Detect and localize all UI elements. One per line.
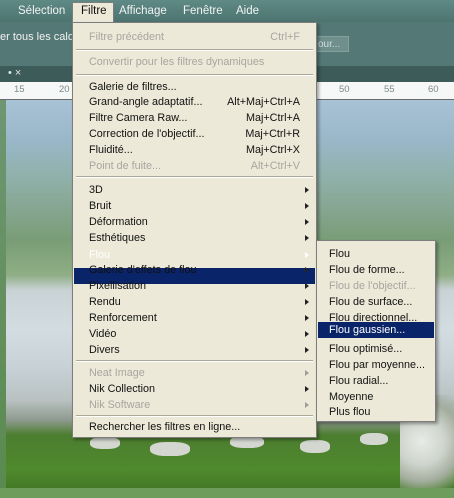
photo-rock <box>90 437 120 449</box>
flou-submenu: Flou Flou de forme... Flou de l'objectif… <box>316 240 436 422</box>
submenu-arrow-icon <box>305 267 309 273</box>
photo-rock <box>360 433 388 445</box>
menu-item-fluidite[interactable]: Fluidité... <box>89 144 133 156</box>
submenu-arrow-icon <box>305 370 309 376</box>
menu-item-nik-software: Nik Software <box>89 399 151 411</box>
menu-separator <box>76 49 313 51</box>
menu-item-rendu[interactable]: Rendu <box>89 296 121 308</box>
submenu-item-flou-par-moyenne[interactable]: Flou par moyenne... <box>329 359 425 371</box>
submenu-item-moyenne[interactable]: Moyenne <box>329 391 373 403</box>
menu-item-correction-objectif[interactable]: Correction de l'objectif... <box>89 128 204 140</box>
submenu-arrow-icon <box>305 402 309 408</box>
submenu-arrow-icon <box>305 235 309 241</box>
submenu-arrow-icon <box>305 187 309 193</box>
menu-item-esthetiques[interactable]: Esthétiques <box>89 232 145 244</box>
menu-item-divers[interactable]: Divers <box>89 344 120 356</box>
ruler-tick-label: 60 <box>428 84 439 95</box>
ruler-tick-label: 50 <box>339 84 350 95</box>
submenu-arrow-icon <box>305 347 309 353</box>
ruler-tick-label: 15 <box>14 84 25 95</box>
submenu-arrow-icon <box>305 386 309 392</box>
menu-separator <box>76 176 313 178</box>
menu-item-neat-image: Neat Image <box>89 367 145 379</box>
menu-item-flou[interactable]: Flou <box>89 249 110 261</box>
shortcut-alt-maj-ctrl-a: Alt+Maj+Ctrl+A <box>227 96 300 108</box>
submenu-item-flou-de-objectif: Flou de l'objectif... <box>329 280 416 292</box>
submenu-item-flou-radial[interactable]: Flou radial... <box>329 375 388 387</box>
options-button[interactable]: our... <box>313 36 349 52</box>
canvas-bottom-edge <box>0 488 454 498</box>
shortcut-maj-ctrl-r: Maj+Ctrl+R <box>245 128 300 140</box>
ruler-tick-label: 55 <box>384 84 395 95</box>
menu-item-filtre-camera-raw[interactable]: Filtre Camera Raw... <box>89 112 187 124</box>
menu-item-renforcement[interactable]: Renforcement <box>89 312 157 324</box>
shortcut-alt-ctrl-v: Alt+Ctrl+V <box>250 160 300 172</box>
filter-menu: Filtre précédent Ctrl+F Convertir pour l… <box>72 22 317 438</box>
submenu-item-flou-optimise[interactable]: Flou optimisé... <box>329 343 402 355</box>
menu-item-grand-angle-adaptatif[interactable]: Grand-angle adaptatif... <box>89 96 202 108</box>
submenu-arrow-icon <box>305 315 309 321</box>
menu-selection[interactable]: Sélection <box>18 5 65 17</box>
menu-item-3d[interactable]: 3D <box>89 184 103 196</box>
menu-item-galerie-de-filtres[interactable]: Galerie de filtres... <box>89 81 177 93</box>
submenu-item-flou-de-forme[interactable]: Flou de forme... <box>329 264 405 276</box>
photo-rock <box>300 440 330 453</box>
menu-separator <box>76 360 313 362</box>
submenu-item-flou-gaussien[interactable]: Flou gaussien... <box>329 324 405 336</box>
photo-rock <box>150 442 190 456</box>
submenu-item-plus-flou[interactable]: Plus flou <box>329 406 370 418</box>
menu-item-point-de-fuite: Point de fuite... <box>89 160 162 172</box>
menu-aide[interactable]: Aide <box>236 5 259 17</box>
submenu-item-flou[interactable]: Flou <box>329 248 350 260</box>
submenu-item-flou-de-surface[interactable]: Flou de surface... <box>329 296 412 308</box>
menu-item-filtre-precedent: Filtre précédent <box>89 31 165 43</box>
menu-separator <box>76 415 313 417</box>
submenu-arrow-icon <box>305 252 309 258</box>
menu-item-nik-collection[interactable]: Nik Collection <box>89 383 155 395</box>
menu-item-galerie-effets-flou[interactable]: Galerie d'effets de flou <box>89 264 197 276</box>
submenu-arrow-icon <box>305 219 309 225</box>
close-tab-icon[interactable]: • × <box>8 67 21 79</box>
submenu-arrow-icon <box>305 299 309 305</box>
shortcut-maj-ctrl-x: Maj+Ctrl+X <box>245 144 300 156</box>
ruler-tick-label: 20 <box>59 84 70 95</box>
menu-item-video[interactable]: Vidéo <box>89 328 116 340</box>
menu-item-bruit[interactable]: Bruit <box>89 200 111 212</box>
submenu-arrow-icon <box>305 203 309 209</box>
menu-item-deformation[interactable]: Déformation <box>89 216 148 228</box>
submenu-arrow-icon <box>305 283 309 289</box>
shortcut-maj-ctrl-a: Maj+Ctrl+A <box>245 112 300 124</box>
menu-filtre[interactable]: Filtre <box>81 5 107 17</box>
canvas-left-edge <box>0 100 6 498</box>
menu-fenetre[interactable]: Fenêtre <box>183 5 223 17</box>
menu-item-pixellisation[interactable]: Pixellisation <box>89 280 146 292</box>
shortcut-ctrl-f: Ctrl+F <box>270 31 300 43</box>
submenu-arrow-icon <box>305 331 309 337</box>
menu-item-convertir-filtres-dynamiques: Convertir pour les filtres dynamiques <box>89 56 265 68</box>
menu-bar <box>0 0 454 22</box>
menu-separator <box>76 74 313 76</box>
sample-all-layers-label[interactable]: er tous les calqu <box>0 31 80 43</box>
menu-item-rechercher-filtres-en-ligne[interactable]: Rechercher les filtres en ligne... <box>89 421 240 433</box>
menu-affichage[interactable]: Affichage <box>119 5 167 17</box>
